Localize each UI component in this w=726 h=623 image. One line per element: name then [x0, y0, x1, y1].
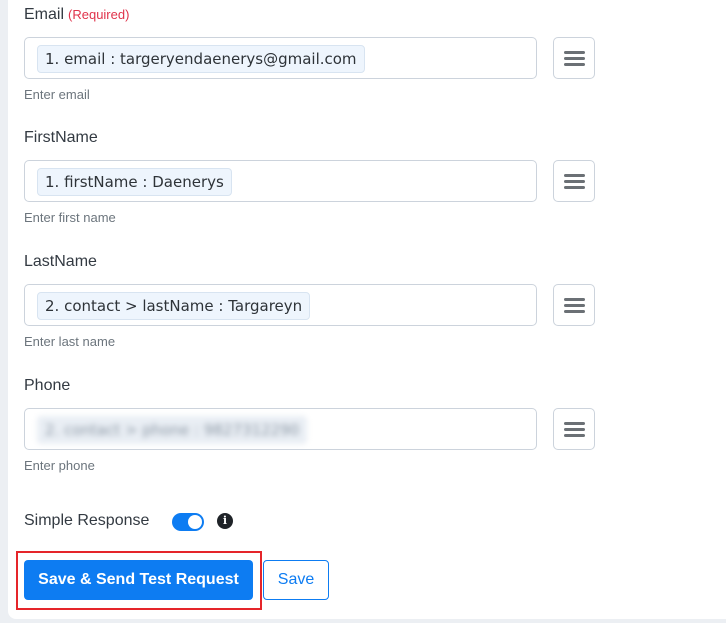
email-hint: Enter email: [24, 87, 90, 102]
phone-field-menu-button[interactable]: [553, 408, 595, 450]
hamburger-menu-icon: [564, 422, 585, 440]
lastname-field-menu-button[interactable]: [553, 284, 595, 326]
lastname-hint: Enter last name: [24, 334, 116, 349]
firstname-field-menu-button[interactable]: [553, 160, 595, 202]
email-value-chip[interactable]: 1. email : targeryendaenerys@gmail.com: [37, 45, 365, 73]
phone-value-chip-redacted[interactable]: 2. contact > phone : 9827312290: [37, 416, 308, 444]
lastname-value-chip[interactable]: 2. contact > lastName : Targareyn: [37, 292, 311, 320]
firstname-value-chip[interactable]: 1. firstName : Daenerys: [37, 168, 232, 196]
simple-response-toggle[interactable]: [172, 513, 204, 531]
lastname-label: LastName: [24, 253, 97, 270]
phone-hint: Enter phone: [24, 458, 95, 473]
lastname-input[interactable]: 2. contact > lastName : Targareyn: [24, 284, 537, 326]
toggle-knob: [188, 515, 202, 529]
phone-label: Phone: [24, 377, 71, 394]
hamburger-menu-icon: [564, 174, 585, 192]
hamburger-menu-icon: [564, 51, 585, 69]
email-field-menu-button[interactable]: [553, 37, 595, 79]
firstname-label: FirstName: [24, 129, 98, 146]
email-input[interactable]: 1. email : targeryendaenerys@gmail.com: [24, 37, 537, 79]
required-indicator: (Required): [68, 7, 130, 22]
phone-input[interactable]: 2. contact > phone : 9827312290: [24, 408, 537, 450]
save-button[interactable]: Save: [263, 560, 329, 600]
simple-response-label: Simple Response: [24, 512, 150, 529]
firstname-input[interactable]: 1. firstName : Daenerys: [24, 160, 537, 202]
hamburger-menu-icon: [564, 298, 585, 316]
info-circle-icon[interactable]: i: [217, 513, 233, 529]
firstname-hint: Enter first name: [24, 210, 116, 225]
email-label: Email (Required): [24, 6, 130, 23]
save-and-send-test-request-button[interactable]: Save & Send Test Request: [24, 560, 253, 600]
